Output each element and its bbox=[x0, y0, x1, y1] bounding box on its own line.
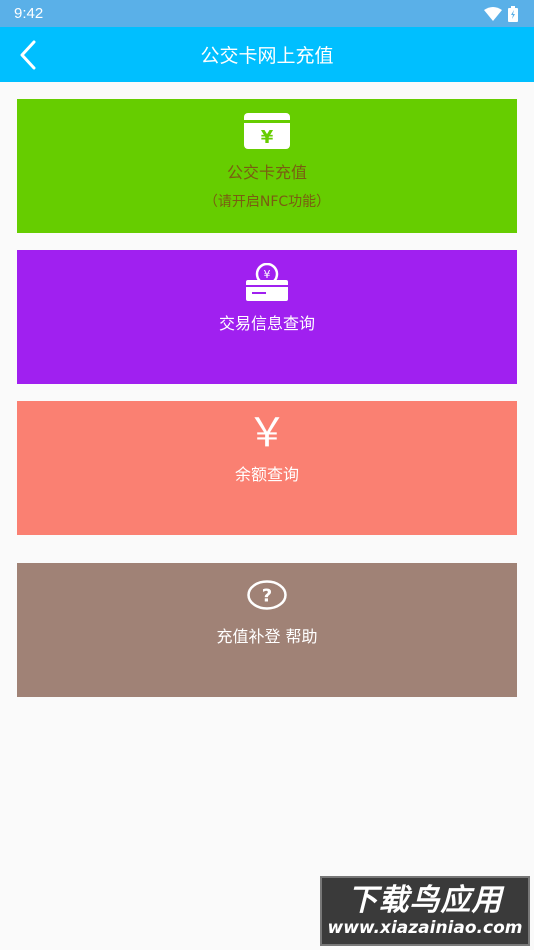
card-recharge-label: 公交卡充值 bbox=[226, 163, 307, 182]
status-icons bbox=[484, 5, 518, 22]
svg-text:?: ? bbox=[262, 586, 272, 607]
back-button[interactable] bbox=[8, 35, 48, 75]
card-recharge-help-label: 充值补登 帮助 bbox=[216, 627, 318, 646]
card-recharge-help[interactable]: ? 充值补登 帮助 bbox=[17, 563, 517, 697]
app-bar: 公交卡网上充值 bbox=[0, 27, 534, 82]
yuan-coin-receipt-icon: ¥ bbox=[246, 263, 288, 301]
page-title: 公交卡网上充值 bbox=[200, 45, 334, 67]
battery-charging-icon bbox=[508, 5, 518, 22]
wifi-icon bbox=[484, 6, 502, 21]
svg-text:¥: ¥ bbox=[261, 127, 274, 148]
card-transaction-query-label: 交易信息查询 bbox=[218, 314, 315, 333]
status-time: 9:42 bbox=[14, 5, 44, 22]
yuan-card-icon: ¥ bbox=[244, 113, 290, 149]
card-balance-query-label: 余额查询 bbox=[234, 465, 299, 484]
watermark-url: www.xiazainiao.com bbox=[327, 918, 523, 938]
watermark-title: 下载鸟应用 bbox=[347, 883, 503, 918]
card-recharge[interactable]: ¥ 公交卡充值 （请开启NFC功能） bbox=[17, 99, 517, 233]
svg-text:¥: ¥ bbox=[264, 268, 271, 281]
watermark-logo: 下载鸟应用 www.xiazainiao.com bbox=[320, 876, 530, 946]
card-recharge-sublabel: （请开启NFC功能） bbox=[203, 194, 331, 210]
yuan-icon: ￥ bbox=[247, 410, 287, 456]
status-bar: 9:42 bbox=[0, 0, 534, 27]
card-transaction-query[interactable]: ¥ 交易信息查询 bbox=[17, 250, 517, 384]
chevron-left-icon bbox=[20, 40, 36, 70]
card-balance-query[interactable]: ￥ 余额查询 bbox=[17, 401, 517, 535]
question-circle-icon: ? bbox=[247, 577, 287, 613]
